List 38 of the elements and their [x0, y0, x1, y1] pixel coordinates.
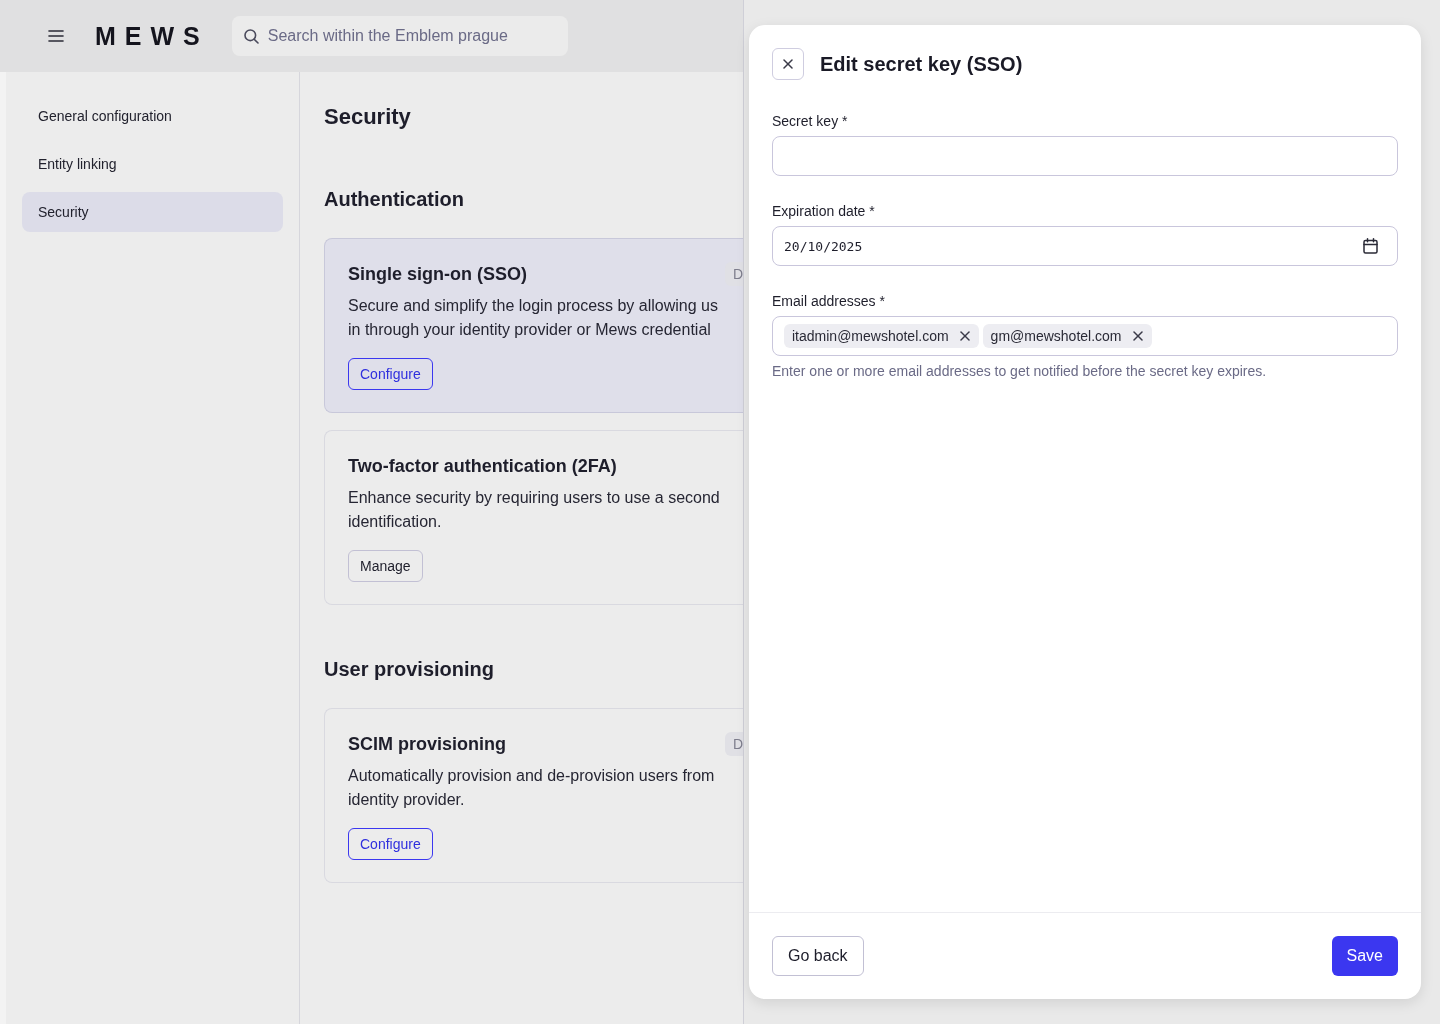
field-label: Secret key *: [772, 113, 849, 129]
field-label: Email addresses *: [772, 293, 886, 309]
save-button[interactable]: Save: [1331, 936, 1398, 976]
page-title: Security: [324, 104, 412, 130]
card-description: Enhance security by requiring users to use a second identification.: [348, 488, 721, 532]
card-description: Automatically provision and de-provision users from identity provider.: [348, 766, 716, 810]
close-icon: [783, 59, 793, 69]
card-title: Two-factor authentication (2FA): [348, 455, 617, 477]
close-icon[interactable]: [1132, 331, 1143, 341]
sidebar-item[interactable]: Security: [22, 192, 283, 232]
email-field[interactable]: itadmin@mewshotel.com gm@mewshotel.com: [772, 316, 1398, 356]
helper-text: Enter one or more email addresses to get notified before the secret key expires.: [772, 363, 1268, 379]
close-button[interactable]: [772, 48, 804, 80]
card-title: Single sign-on (SSO): [348, 263, 527, 285]
search-field[interactable]: Search within the Emblem prague: [231, 16, 568, 56]
card-title: SCIM provisioning: [348, 733, 506, 755]
email-chip[interactable]: gm@mewshotel.com: [982, 324, 1152, 348]
configure-button[interactable]: Configure: [348, 358, 433, 390]
status-badge: D: [724, 262, 743, 286]
email-chip[interactable]: itadmin@mewshotel.com: [784, 324, 979, 348]
secondary-button[interactable]: Manage: [348, 550, 423, 582]
date-field[interactable]: 20/10/2025: [772, 226, 1398, 266]
field-label: Expiration date *: [772, 203, 876, 219]
back-button[interactable]: Go back: [772, 936, 864, 976]
section-heading: Authentication: [324, 187, 465, 211]
card-description: Secure and simplify the login process by allowing us in through your identity provider or Mews credential: [348, 296, 719, 340]
status-badge: D: [724, 732, 743, 756]
sidebar-item[interactable]: General configuration: [22, 96, 283, 136]
input-field[interactable]: [772, 136, 1398, 176]
dialog-title: Edit secret key (SSO): [820, 52, 1023, 76]
menu-icon[interactable]: [48, 30, 64, 42]
search-icon: [243, 29, 259, 44]
close-icon[interactable]: [959, 331, 970, 341]
logo: MEWS: [95, 24, 209, 48]
sidebar-item[interactable]: Entity linking: [22, 144, 283, 184]
section-heading: User provisioning: [324, 657, 496, 681]
calendar-icon[interactable]: [1363, 238, 1378, 254]
configure-button[interactable]: Configure: [348, 828, 433, 860]
